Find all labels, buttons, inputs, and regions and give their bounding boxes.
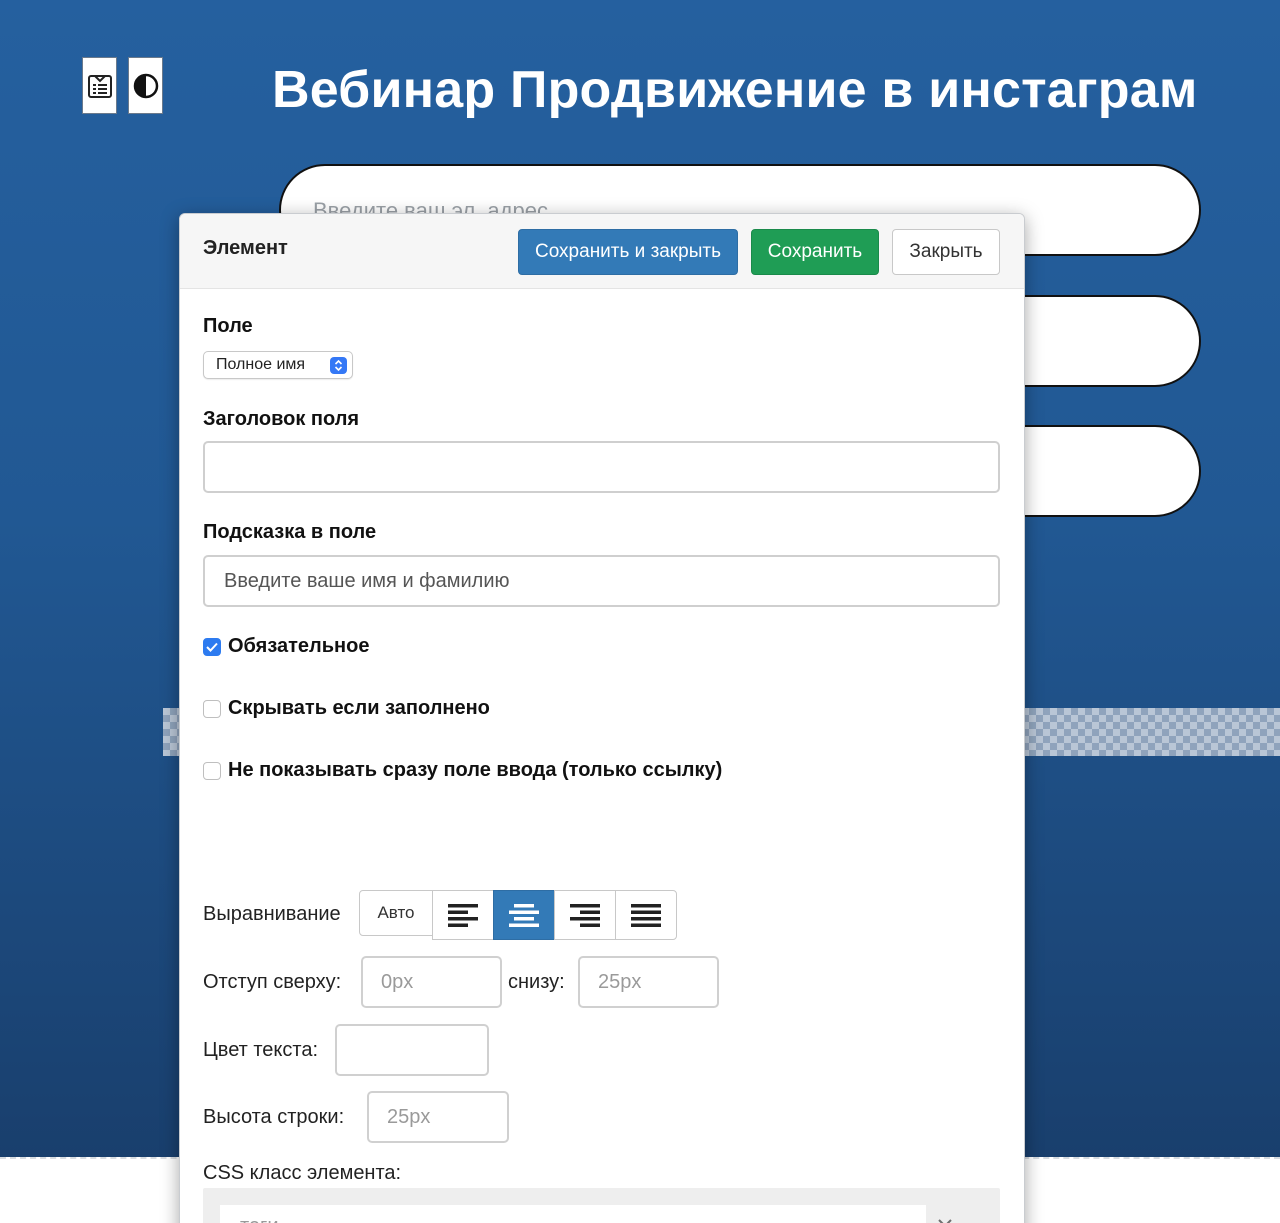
- align-justify-icon: [631, 904, 661, 927]
- css-class-label: CSS класс элемента:: [203, 1162, 402, 1184]
- form-tool-button[interactable]: [82, 57, 117, 114]
- align-left-button[interactable]: [432, 890, 494, 940]
- required-checkbox[interactable]: [203, 637, 221, 656]
- hide-if-filled-checkbox-row[interactable]: Скрывать если заполнено: [203, 697, 490, 720]
- align-right-icon: [570, 904, 600, 927]
- field-hint-input[interactable]: Введите ваше имя и фамилию: [203, 555, 1000, 607]
- clear-tags-button[interactable]: [933, 1212, 957, 1223]
- hide-if-filled-checkbox[interactable]: [203, 699, 221, 718]
- contrast-tool-button[interactable]: [128, 57, 163, 114]
- line-height-input[interactable]: 25px: [367, 1091, 509, 1143]
- element-settings-modal: Элемент Сохранить и закрыть Сохранить За…: [179, 213, 1025, 1223]
- form-icon: [87, 74, 112, 98]
- link-only-label: Не показывать сразу поле ввода (только с…: [228, 759, 723, 781]
- required-label: Обязательное: [228, 635, 370, 657]
- required-checkbox-row[interactable]: Обязательное: [203, 635, 369, 658]
- transparent-section-marker: [1022, 708, 1280, 756]
- align-auto-button[interactable]: Авто: [359, 890, 433, 936]
- align-center-button[interactable]: [493, 890, 555, 940]
- modal-title: Элемент: [203, 237, 288, 259]
- contrast-icon: [133, 73, 158, 98]
- field-select-value: Полное имя: [216, 356, 306, 373]
- field-label: Поле: [203, 315, 253, 337]
- link-only-checkbox-row[interactable]: Не показывать сразу поле ввода (только с…: [203, 759, 722, 782]
- text-color-input[interactable]: [335, 1024, 489, 1076]
- alignment-button-group: Авто: [359, 890, 677, 940]
- field-title-input[interactable]: [203, 441, 1000, 493]
- css-class-tags-input[interactable]: теги: [220, 1205, 926, 1223]
- save-and-close-button[interactable]: Сохранить и закрыть: [518, 229, 738, 275]
- margin-top-input[interactable]: 0px: [361, 956, 502, 1008]
- field-select[interactable]: Полное имя: [203, 351, 353, 379]
- align-justify-button[interactable]: [615, 890, 677, 940]
- page-title: Вебинар Продвижение в инстаграм: [272, 61, 1198, 119]
- line-height-label: Высота строки:: [203, 1106, 345, 1128]
- field-title-label: Заголовок поля: [203, 408, 360, 430]
- css-class-tags-box: теги: [203, 1188, 1000, 1223]
- modal-header: Элемент Сохранить и закрыть Сохранить За…: [180, 214, 1024, 289]
- hide-if-filled-label: Скрывать если заполнено: [228, 697, 490, 719]
- field-hint-label: Подсказка в поле: [203, 521, 377, 543]
- close-button[interactable]: Закрыть: [892, 229, 1000, 275]
- align-center-icon: [509, 904, 539, 927]
- alignment-label: Выравнивание: [203, 903, 341, 925]
- select-arrows-icon: [330, 357, 347, 374]
- link-only-checkbox[interactable]: [203, 761, 221, 780]
- check-icon: [206, 642, 218, 652]
- align-left-icon: [448, 904, 478, 927]
- close-icon: [938, 1219, 952, 1223]
- margin-top-label: Отступ сверху:: [203, 971, 342, 993]
- align-right-button[interactable]: [554, 890, 616, 940]
- save-button[interactable]: Сохранить: [751, 229, 879, 275]
- text-color-label: Цвет текста:: [203, 1039, 319, 1061]
- margin-bottom-label: снизу:: [508, 971, 565, 993]
- margin-bottom-input[interactable]: 25px: [578, 956, 719, 1008]
